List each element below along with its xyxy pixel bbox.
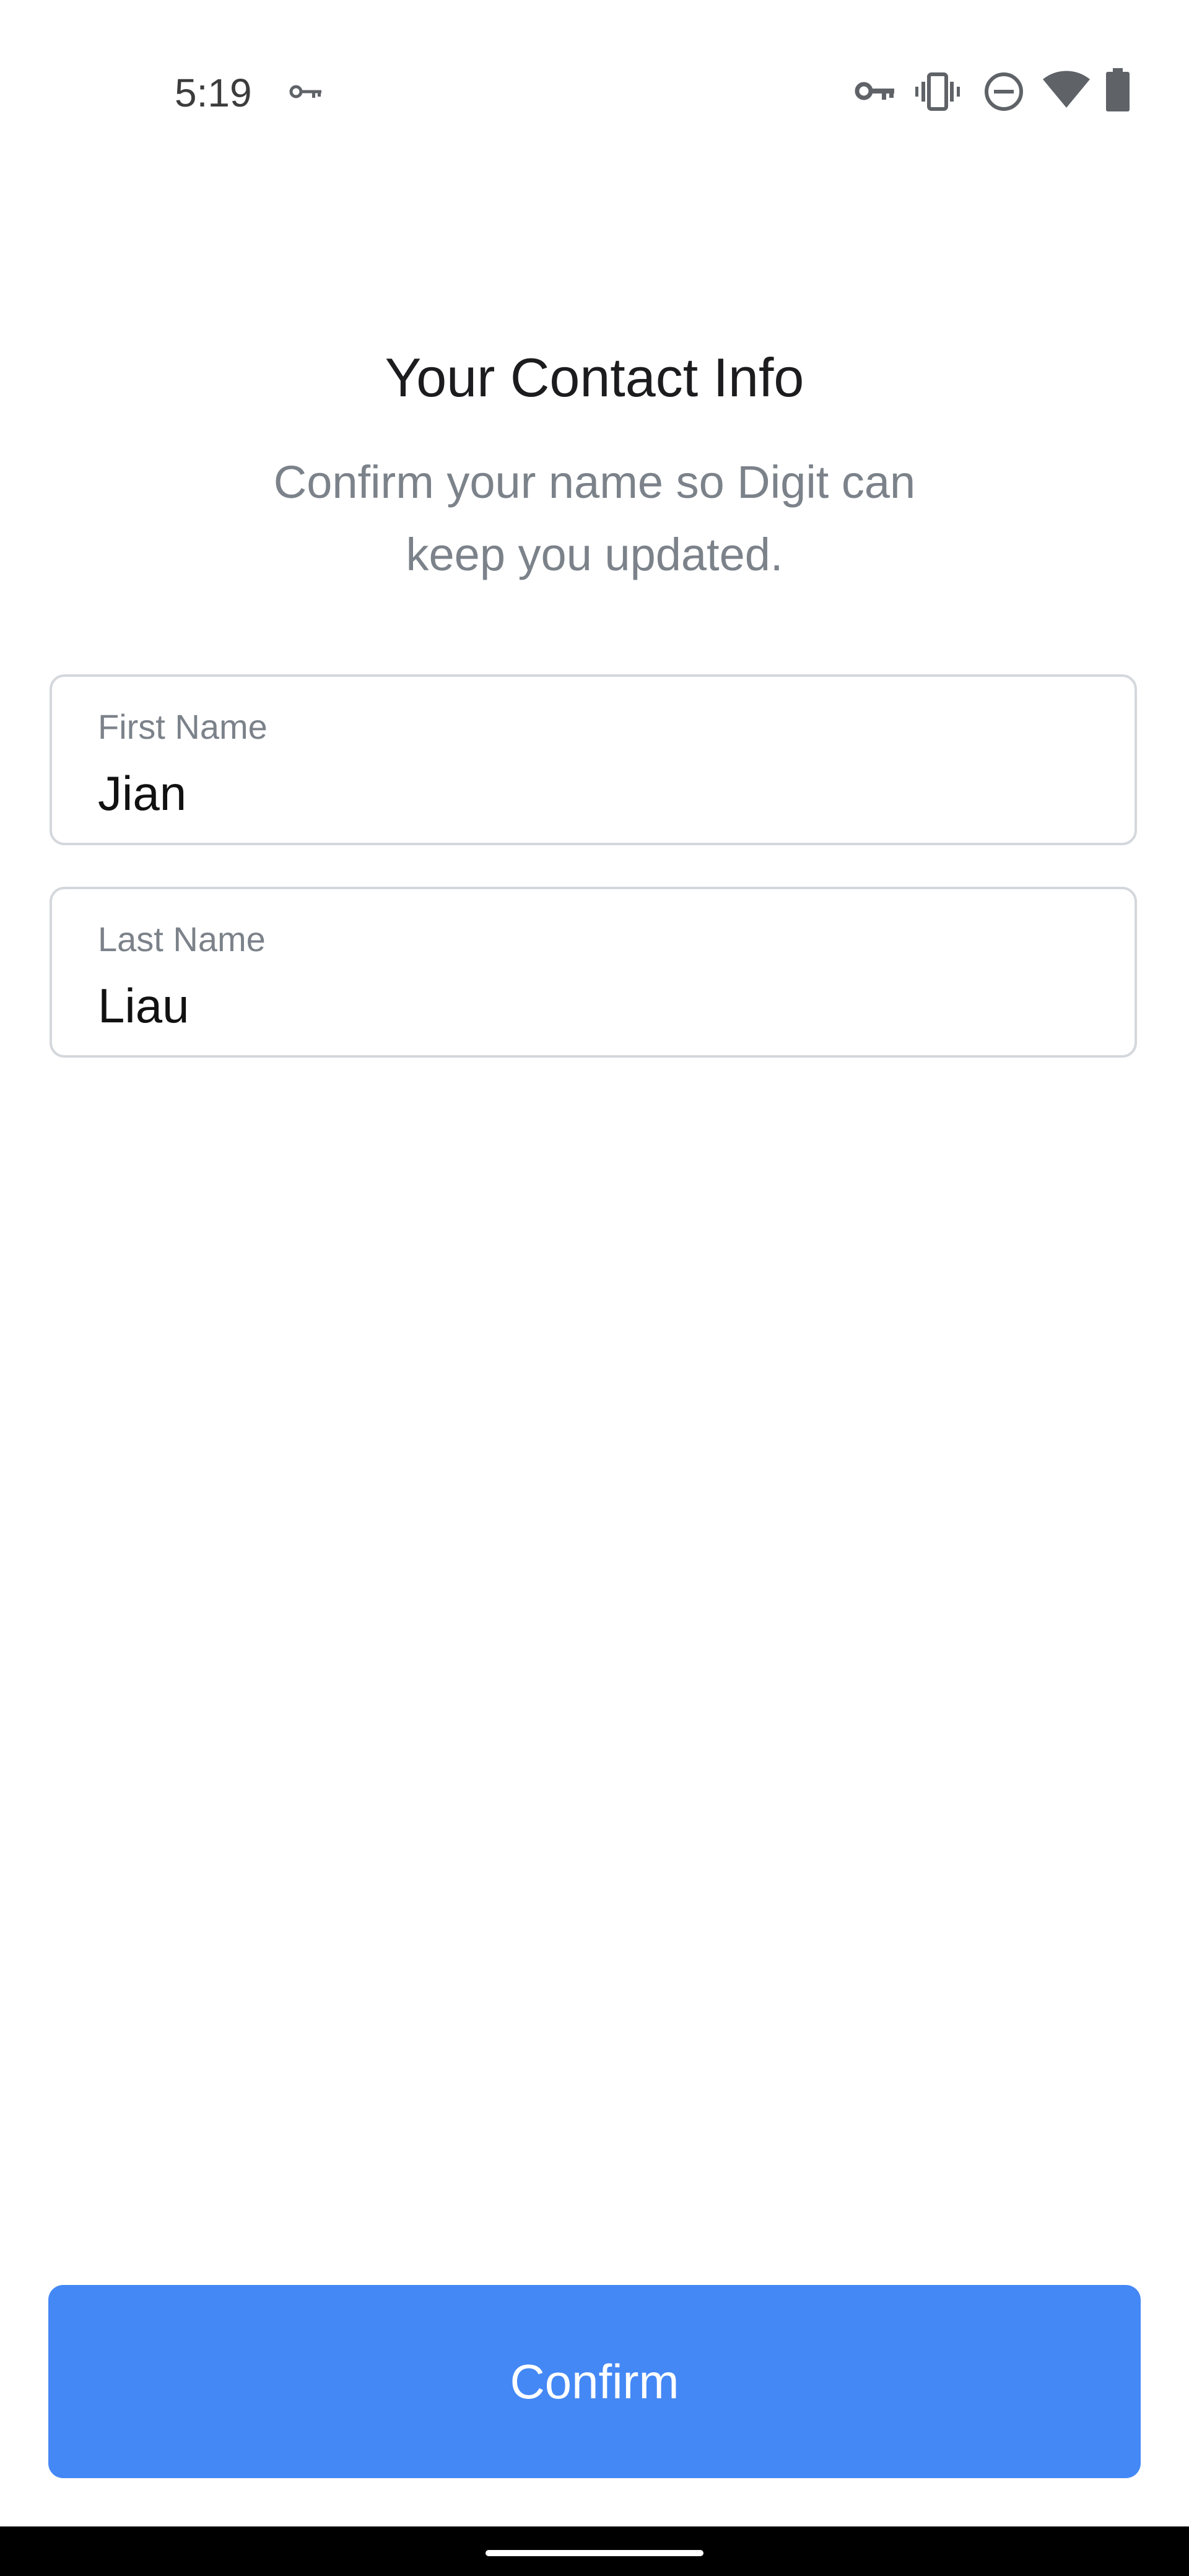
last-name-field[interactable]: Last Name: [50, 887, 1137, 1058]
last-name-input[interactable]: [95, 975, 1076, 1037]
last-name-label: Last Name: [98, 920, 266, 959]
status-time: 5:19: [175, 71, 252, 115]
do-not-disturb-icon: [983, 71, 1024, 112]
first-name-input[interactable]: [95, 762, 1076, 824]
wifi-icon: [1043, 71, 1090, 109]
vpn-key-icon: [855, 77, 895, 105]
first-name-label: First Name: [98, 707, 268, 746]
battery-icon: [1106, 68, 1130, 111]
status-bar: 5:19: [0, 0, 1189, 186]
navigation-bar: [0, 2526, 1189, 2576]
home-gesture-handle[interactable]: [486, 2550, 703, 2556]
vibrate-icon: [915, 72, 960, 111]
vpn-key-icon: [289, 80, 323, 103]
page-title: Your Contact Info: [385, 347, 804, 408]
first-name-field[interactable]: First Name: [50, 674, 1137, 845]
confirm-button[interactable]: Confirm: [48, 2285, 1141, 2478]
page-subtitle: Confirm your name so Digit can keep you …: [273, 456, 916, 580]
